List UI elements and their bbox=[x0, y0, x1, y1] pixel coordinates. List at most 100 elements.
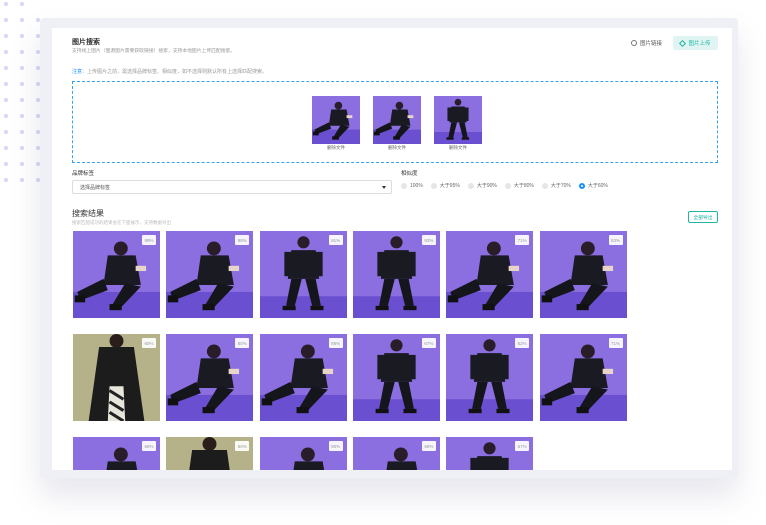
radio-circle-icon bbox=[578, 182, 585, 189]
similarity-badge: 60% bbox=[235, 441, 250, 451]
similarity-option-label: 大于95% bbox=[439, 183, 460, 189]
brand-tag-select[interactable]: 选择品牌标签 bbox=[72, 180, 392, 194]
decor-dot bbox=[20, 162, 24, 166]
uploaded-thumbnail bbox=[373, 96, 421, 144]
decor-dot bbox=[20, 114, 24, 118]
uploaded-thumbnail bbox=[312, 96, 360, 144]
decor-dot bbox=[20, 2, 24, 6]
result-card[interactable]: 93% bbox=[352, 231, 440, 318]
result-card[interactable]: 60% bbox=[73, 334, 160, 421]
result-card[interactable]: 91% bbox=[259, 231, 347, 318]
image-upload-label: 图片上传 bbox=[688, 41, 711, 47]
upload-dropzone[interactable]: 删除文件 删除文件 删除文件 bbox=[72, 81, 718, 163]
decor-dot bbox=[4, 98, 8, 102]
delete-file-link[interactable]: 删除文件 bbox=[373, 145, 421, 151]
decor-dot bbox=[4, 2, 8, 6]
uploaded-thumbnail bbox=[434, 96, 482, 144]
similarity-option[interactable]: 大于80% bbox=[504, 182, 534, 189]
similarity-radio-group: 100% 大于95% 大于90% 大于80% 大于70% 大于60% bbox=[401, 182, 616, 189]
decor-dot bbox=[4, 114, 8, 118]
similarity-badge: 91% bbox=[328, 235, 343, 245]
decor-dot bbox=[20, 18, 24, 22]
brand-tag-placeholder: 选择品牌标签 bbox=[80, 184, 111, 191]
similarity-badge: 71% bbox=[515, 235, 530, 245]
result-card[interactable]: 71% bbox=[539, 334, 627, 421]
similarity-badge: 88% bbox=[421, 441, 436, 451]
result-card[interactable]: 69% bbox=[73, 437, 160, 470]
similarity-badge: 98% bbox=[235, 235, 250, 245]
decor-dot bbox=[4, 130, 8, 134]
decor-dot bbox=[20, 178, 24, 182]
result-card[interactable]: 88% bbox=[352, 437, 440, 470]
similarity-badge: 99% bbox=[142, 235, 156, 245]
decor-dot bbox=[4, 34, 8, 38]
result-card[interactable]: 67% bbox=[352, 334, 440, 421]
results-subtitle: 搜索匹配成功的结果会在下面展示，支持数据导出 bbox=[72, 220, 171, 225]
result-card[interactable]: 99% bbox=[73, 231, 160, 318]
link-icon bbox=[631, 40, 637, 46]
image-search-panel: 图片搜索 支持线上图片（图源图片需要获取链接）搜索，支持本地图片上传匹配搜索。 … bbox=[52, 28, 732, 470]
upload-icon bbox=[679, 39, 687, 47]
result-card[interactable]: 88% bbox=[259, 334, 347, 421]
decor-dot bbox=[20, 34, 24, 38]
similarity-badge: 69% bbox=[142, 441, 156, 451]
image-link-button[interactable]: 图片链接 bbox=[631, 37, 662, 49]
similarity-badge: 93% bbox=[421, 235, 436, 245]
decor-dot bbox=[4, 18, 8, 22]
similarity-label: 相似度 bbox=[401, 171, 418, 177]
note-prefix: 注意 bbox=[72, 69, 83, 75]
similarity-badge: 67% bbox=[515, 441, 530, 451]
decor-dot bbox=[20, 82, 24, 86]
radio-circle-icon bbox=[401, 182, 407, 189]
image-upload-button[interactable]: 图片上传 bbox=[673, 36, 718, 50]
results-title: 搜索结果 bbox=[72, 209, 104, 218]
similarity-option[interactable]: 100% bbox=[401, 182, 423, 189]
decor-dot bbox=[4, 178, 8, 182]
result-card[interactable]: 63% bbox=[539, 231, 627, 318]
decor-dot bbox=[4, 82, 8, 86]
similarity-option[interactable]: 大于95% bbox=[430, 182, 460, 189]
similarity-option[interactable]: 大于60% bbox=[578, 182, 608, 189]
similarity-option-label: 100% bbox=[410, 182, 423, 189]
radio-circle-icon bbox=[467, 182, 474, 189]
similarity-option-label: 大于60% bbox=[587, 183, 608, 189]
note-text: ：上传图片之前，需选择品牌标签、相似度，如不选择则默认所有上选择匹配搜索。 bbox=[82, 69, 268, 75]
result-card[interactable]: 90% bbox=[259, 437, 347, 470]
similarity-badge: 90% bbox=[328, 441, 343, 451]
decor-dot bbox=[4, 162, 8, 166]
chevron-down-icon bbox=[382, 186, 386, 189]
decor-dot bbox=[4, 66, 8, 70]
decor-dot bbox=[4, 50, 8, 54]
radio-circle-icon bbox=[504, 182, 511, 189]
result-card[interactable]: 98% bbox=[166, 231, 254, 318]
export-all-button[interactable]: 全部导出 bbox=[688, 211, 718, 223]
image-link-label: 图片链接 bbox=[640, 41, 663, 47]
result-card[interactable]: 60% bbox=[166, 437, 254, 470]
similarity-badge: 71% bbox=[608, 338, 623, 348]
result-card[interactable]: 67% bbox=[446, 437, 534, 470]
similarity-badge: 62% bbox=[515, 338, 530, 348]
similarity-badge: 88% bbox=[328, 338, 343, 348]
decor-dot bbox=[20, 66, 24, 70]
similarity-badge: 63% bbox=[608, 235, 623, 245]
similarity-option[interactable]: 大于90% bbox=[467, 182, 497, 189]
delete-file-link[interactable]: 删除文件 bbox=[312, 145, 360, 151]
delete-file-link[interactable]: 删除文件 bbox=[434, 145, 482, 151]
brand-tag-label: 品牌标签 bbox=[72, 171, 95, 177]
result-card[interactable]: 60% bbox=[166, 334, 254, 421]
page-subtitle: 支持线上图片（图源图片需要获取链接）搜索，支持本地图片上传匹配搜索。 bbox=[72, 49, 236, 54]
radio-circle-icon bbox=[541, 182, 548, 189]
similarity-badge: 60% bbox=[142, 338, 156, 348]
upload-note: 注意：上传图片之前，需选择品牌标签、相似度，如不选择则默认所有上选择匹配搜索。 bbox=[72, 68, 267, 75]
result-card[interactable]: 62% bbox=[446, 334, 534, 421]
similarity-badge: 67% bbox=[421, 338, 436, 348]
decor-dot bbox=[20, 98, 24, 102]
similarity-option-label: 大于90% bbox=[476, 183, 497, 189]
decor-dot bbox=[4, 146, 8, 150]
decor-dot bbox=[20, 50, 24, 54]
page-title: 图片搜索 bbox=[72, 39, 100, 46]
similarity-badge: 60% bbox=[235, 338, 250, 348]
result-card[interactable]: 71% bbox=[446, 231, 534, 318]
decor-dot bbox=[20, 146, 24, 150]
similarity-option[interactable]: 大于70% bbox=[541, 182, 571, 189]
